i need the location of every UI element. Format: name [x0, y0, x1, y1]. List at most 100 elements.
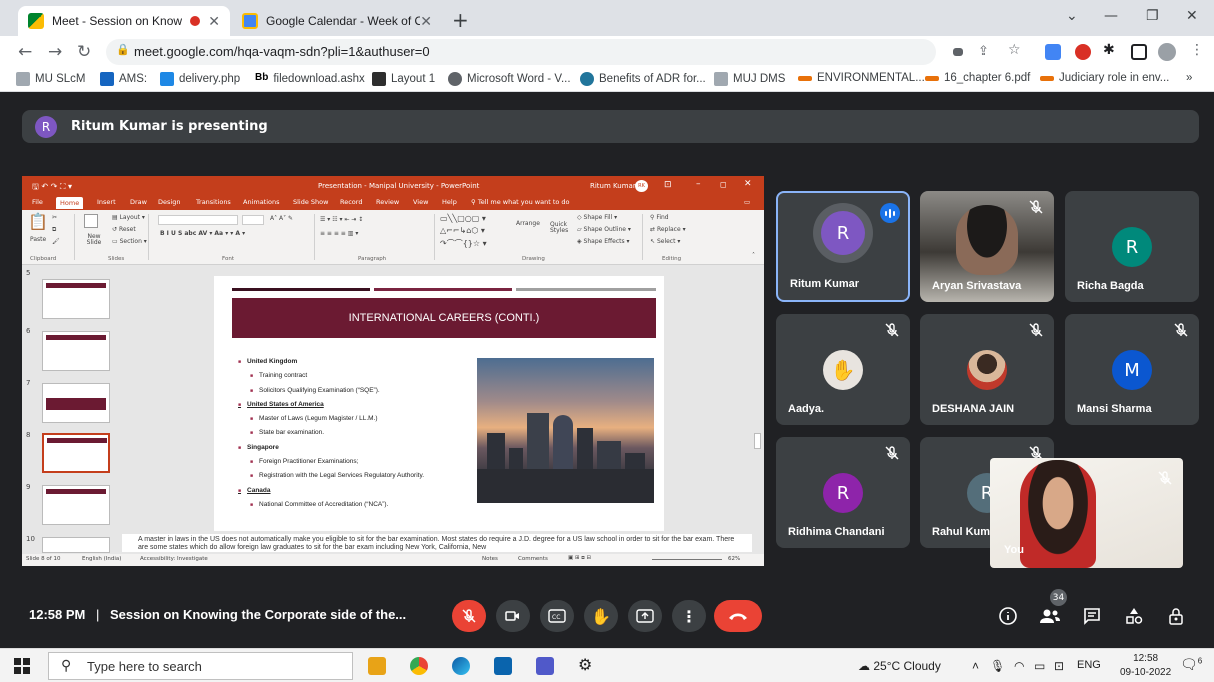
- bookmark-judiciary[interactable]: Judiciary role in env...: [1040, 72, 1169, 84]
- extension-icon[interactable]: [1075, 44, 1091, 60]
- participant-tile[interactable]: R Richa Bagda: [1065, 191, 1199, 302]
- taskbar-clock[interactable]: 12:58 09-10-2022: [1120, 652, 1171, 680]
- ppt-minimize-icon: –: [696, 179, 701, 189]
- bookmark-filedownload[interactable]: Bb filedownload.ashx: [255, 72, 365, 86]
- bookmark-mu-slcm[interactable]: MU SLcM: [16, 72, 85, 86]
- mic-off-icon: [1158, 471, 1172, 485]
- people-button[interactable]: [1038, 604, 1062, 628]
- outlook-icon[interactable]: [494, 657, 512, 675]
- bookmark-layout[interactable]: Layout 1: [372, 72, 435, 86]
- bookmark-chapter6[interactable]: 16_chapter 6.pdf: [925, 72, 1030, 84]
- profile-avatar[interactable]: [1158, 43, 1176, 61]
- ppt-restore-icon: ◻: [720, 180, 727, 189]
- settings-gear-icon[interactable]: ⚙: [578, 655, 596, 674]
- chrome-icon[interactable]: [410, 657, 428, 675]
- participant-name: Ritum Kumar: [790, 278, 860, 290]
- participant-name: Aryan Srivastava: [932, 280, 1022, 292]
- display-icon[interactable]: ⊡: [1054, 659, 1064, 673]
- host-controls-button[interactable]: [1164, 604, 1188, 628]
- bookmark-muj-dms[interactable]: MUJ DMS: [714, 72, 785, 86]
- close-tab-icon[interactable]: ✕: [420, 13, 432, 30]
- self-video-feed: [1020, 460, 1096, 568]
- more-options-button[interactable]: ⋮: [672, 600, 706, 632]
- shapes-gallery-icon: △⌐⌐↳⌂⬡ ▾: [440, 226, 485, 235]
- participant-tile[interactable]: R Ritum Kumar: [776, 191, 910, 302]
- participant-tile[interactable]: M Mansi Sharma: [1065, 314, 1199, 425]
- bookmark-environmental[interactable]: ENVIRONMENTAL...: [798, 72, 925, 84]
- bullet-l1: Singapore: [238, 444, 473, 451]
- close-tab-icon[interactable]: ✕: [208, 13, 220, 30]
- bullet-l2: Solicitors Qualifying Examination (“SQE”…: [238, 387, 473, 394]
- camera-indicator-icon[interactable]: [953, 48, 963, 56]
- edge-icon[interactable]: [452, 657, 470, 675]
- taskbar-search-box[interactable]: ⚲ Type here to search: [48, 652, 353, 680]
- bookmarks-bar: MU SLcM AMS: delivery.php Bb filedownload…: [0, 68, 1214, 92]
- ppt-user-avatar: RK: [635, 180, 648, 192]
- camera-toggle-button[interactable]: [496, 600, 530, 632]
- omnibox[interactable]: 🔒 meet.google.com/hqa-vaqm-sdn?pli=1&aut…: [106, 39, 936, 65]
- minimize-button[interactable]: —: [1104, 8, 1118, 24]
- slide-top-rule: [374, 288, 512, 291]
- ppt-tab-slideshow: Slide Show: [293, 198, 329, 206]
- captions-button[interactable]: CC: [540, 600, 574, 632]
- bookmark-delivery[interactable]: delivery.php: [160, 72, 240, 86]
- participant-tile[interactable]: R Ridhima Chandani: [776, 437, 910, 548]
- end-call-icon: [729, 613, 747, 620]
- new-tab-button[interactable]: +: [452, 8, 469, 32]
- teams-icon[interactable]: [536, 657, 554, 675]
- activities-button[interactable]: [1122, 604, 1146, 628]
- bookmark-star-icon[interactable]: ☆: [1008, 42, 1021, 58]
- wordpress-icon: [580, 72, 594, 86]
- mic-toggle-button[interactable]: [452, 600, 486, 632]
- bookmark-adr[interactable]: Benefits of ADR for...: [580, 72, 706, 86]
- section-button: ▭ Section ▾: [112, 238, 147, 245]
- wifi-icon[interactable]: ◠: [1014, 659, 1024, 673]
- scrollbar-thumb: [754, 433, 761, 449]
- leave-call-button[interactable]: [714, 600, 762, 632]
- participant-tile[interactable]: ✋ Aadya.: [776, 314, 910, 425]
- tab-search-icon[interactable]: ⌄: [1066, 8, 1078, 24]
- bookmarks-overflow-icon[interactable]: »: [1186, 72, 1192, 84]
- reload-icon[interactable]: ↻: [77, 42, 91, 62]
- bookmark-label: MU SLcM: [35, 73, 86, 85]
- find-label: Find: [656, 214, 669, 221]
- share-icon[interactable]: ⇪: [978, 44, 989, 59]
- chrome-menu-icon[interactable]: ⋮: [1190, 42, 1204, 58]
- meeting-time: 12:58 PM: [29, 607, 86, 622]
- show-hidden-icons[interactable]: ˄: [972, 659, 979, 673]
- side-panel-icon[interactable]: [1131, 44, 1147, 60]
- hand-icon: ✋: [591, 606, 611, 626]
- zoom-slider: [652, 559, 722, 560]
- docs-extension-icon[interactable]: [1045, 44, 1061, 60]
- quick-styles-label: Quick Styles: [550, 221, 569, 234]
- close-window-button[interactable]: ✕: [1186, 8, 1198, 24]
- notifications-icon[interactable]: 🗨6: [1180, 656, 1202, 673]
- present-now-button[interactable]: [628, 600, 662, 632]
- tab-calendar[interactable]: Google Calendar - Week of Octo ✕: [232, 6, 442, 36]
- raise-hand-button[interactable]: ✋: [584, 600, 618, 632]
- bookmark-label: delivery.php: [179, 73, 241, 85]
- participant-avatar: ✋: [823, 350, 863, 390]
- extensions-puzzle-icon[interactable]: ✱: [1103, 42, 1115, 58]
- restore-button[interactable]: ❐: [1146, 8, 1159, 24]
- participant-tile-video[interactable]: Aryan Srivastava: [920, 191, 1054, 302]
- windows-start-icon[interactable]: [14, 658, 30, 674]
- weather-widget[interactable]: ☁ 25°C Cloudy: [858, 659, 941, 673]
- bullet-l2: Foreign Practitioner Examinations;: [238, 458, 473, 465]
- forward-arrow-icon[interactable]: →: [48, 42, 62, 62]
- battery-icon[interactable]: ▭: [1034, 659, 1045, 673]
- file-explorer-icon[interactable]: [368, 657, 386, 675]
- participant-tile[interactable]: DESHANA JAIN: [920, 314, 1054, 425]
- bookmark-ams[interactable]: AMS:: [100, 72, 147, 86]
- participant-name: Rahul Kum: [932, 526, 991, 538]
- bookmark-word[interactable]: Microsoft Word - V...: [448, 72, 571, 86]
- back-arrow-icon[interactable]: ←: [18, 42, 32, 62]
- tab-meet[interactable]: Meet - Session on Knowing t ✕: [18, 6, 230, 36]
- language-indicator[interactable]: ENG: [1077, 659, 1101, 671]
- chat-button[interactable]: [1080, 604, 1104, 628]
- bullet-l2: Master of Laws (Legum Magister / LL.M.): [238, 415, 473, 422]
- bookmark-label: filedownload.ashx: [273, 73, 365, 85]
- ppt-tab-review: Review: [376, 198, 400, 206]
- self-view-tile[interactable]: You: [990, 458, 1183, 568]
- meeting-details-button[interactable]: [996, 604, 1020, 628]
